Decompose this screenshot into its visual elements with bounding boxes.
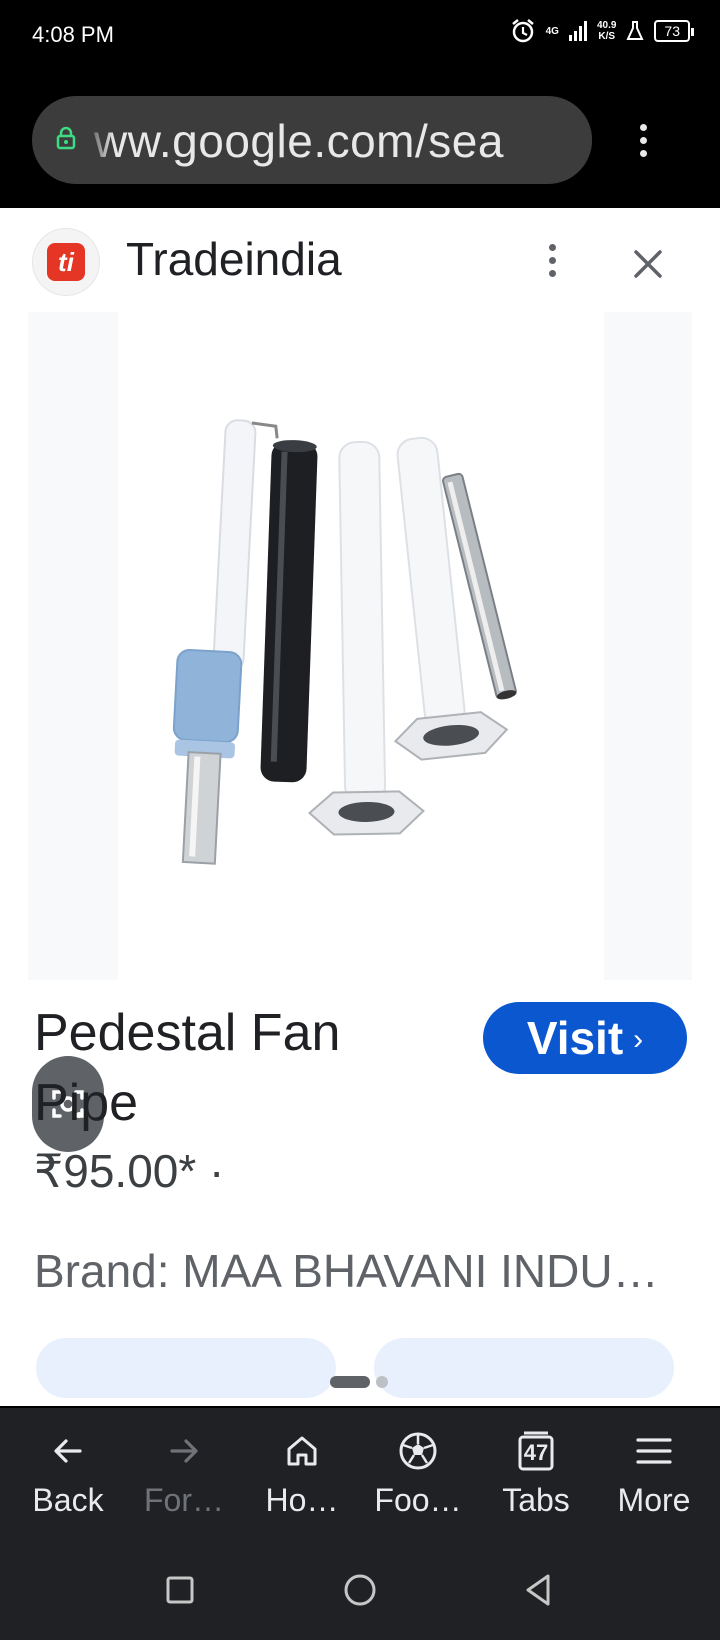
site-name[interactable]: Tradeindia	[126, 232, 342, 286]
browser-menu-icon[interactable]	[638, 124, 648, 157]
battery-indicator: 73	[654, 20, 694, 42]
action-chip[interactable]	[374, 1338, 674, 1398]
browser-toolbar: ww.google.com/sea	[0, 72, 720, 208]
menu-icon	[636, 1438, 672, 1464]
system-nav-bar	[0, 1540, 720, 1640]
result-card: ti Tradeindia Pedestal Fan Pipe Visit › …	[0, 208, 720, 1406]
product-price: ₹95.00* ·	[34, 1145, 225, 1197]
product-brand: Brand: MAA BHAVANI INDUSTRIES	[34, 1245, 684, 1297]
arrow-left-icon	[54, 1439, 82, 1463]
chevron-right-icon: ›	[633, 1023, 644, 1056]
card-header: ti Tradeindia	[0, 208, 720, 312]
alarm-icon	[511, 19, 534, 43]
lock-icon	[56, 126, 76, 150]
status-icons: 4G 40.9 K/S 73	[510, 18, 694, 44]
recents-icon[interactable]	[160, 1570, 200, 1610]
visit-button[interactable]: Visit ›	[483, 1002, 687, 1074]
bottom-toolbar: Back For… Ho… Foo… 47 Tabs More	[0, 1406, 720, 1540]
back-button[interactable]: Back	[8, 1428, 128, 1519]
page-dot	[376, 1376, 388, 1388]
network-type: 4G	[545, 25, 559, 37]
product-title: Pedestal Fan Pipe	[34, 1004, 341, 1132]
more-button[interactable]: More	[594, 1428, 714, 1519]
flask-icon	[626, 21, 644, 40]
home-nav-icon[interactable]	[340, 1570, 380, 1610]
page-indicator	[330, 1376, 388, 1388]
page-dot-active	[330, 1376, 370, 1388]
signal-icon	[568, 21, 587, 41]
tabs-button[interactable]: 47 Tabs	[476, 1428, 596, 1519]
visit-label: Visit	[526, 1012, 624, 1064]
football-button[interactable]: Foo…	[358, 1428, 478, 1519]
product-image-region[interactable]	[28, 312, 692, 980]
action-chip[interactable]	[36, 1338, 336, 1398]
url-bar[interactable]: ww.google.com/sea	[32, 96, 592, 184]
arrow-right-icon	[170, 1439, 198, 1463]
card-menu-icon[interactable]	[547, 244, 557, 277]
close-icon[interactable]	[628, 244, 668, 284]
site-logo[interactable]: ti	[32, 228, 100, 296]
status-bar: 4:08 PM 4G 40.9 K/S 73	[0, 0, 720, 72]
home-icon	[287, 1436, 317, 1466]
back-nav-icon[interactable]	[518, 1570, 558, 1610]
forward-button[interactable]: For…	[124, 1428, 244, 1519]
football-icon	[399, 1432, 437, 1470]
status-time: 4:08 PM	[32, 22, 114, 47]
tab-count: 47	[523, 1440, 549, 1465]
home-button[interactable]: Ho…	[242, 1428, 362, 1519]
network-speed: 40.9 K/S	[596, 20, 617, 42]
product-image	[118, 312, 604, 980]
url-text[interactable]: ww.google.com/sea	[94, 114, 504, 168]
